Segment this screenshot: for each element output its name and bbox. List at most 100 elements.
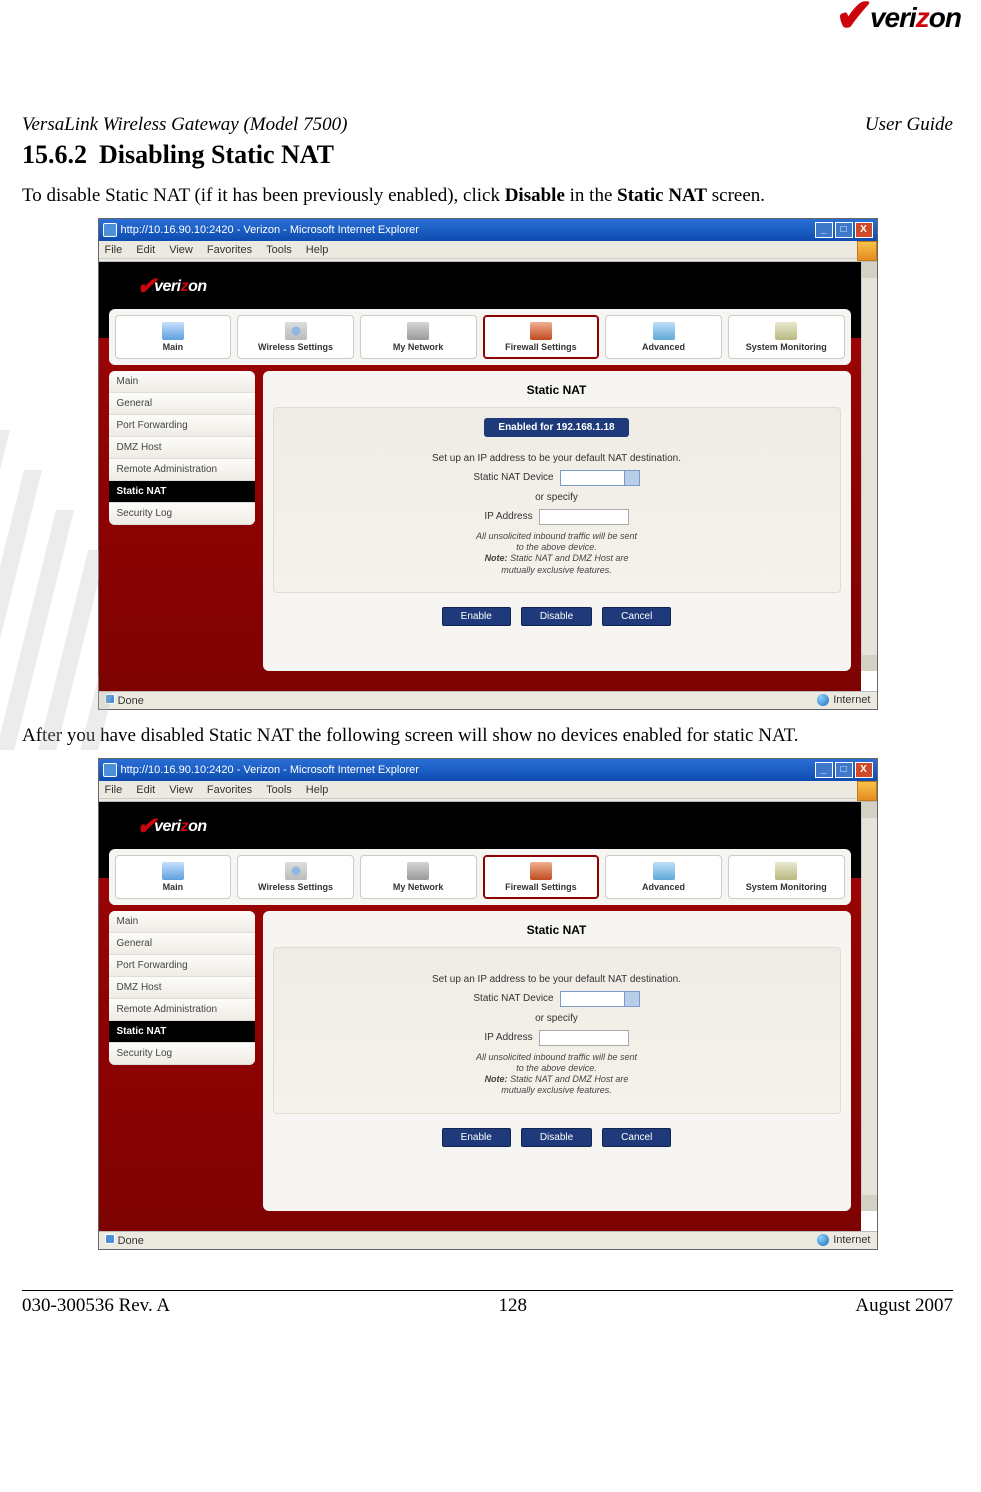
nav-wireless[interactable]: Wireless Settings [237,315,354,359]
ie-icon [103,223,117,237]
menu-favorites[interactable]: Favorites [207,244,252,256]
scrollbar-vertical[interactable] [861,802,877,1211]
side-static-nat[interactable]: Static NAT [109,1021,255,1043]
side-remote-admin[interactable]: Remote Administration [109,459,255,481]
menu-edit[interactable]: Edit [136,784,155,796]
maximize-button[interactable]: □ [835,222,853,238]
minimize-button[interactable]: _ [815,222,833,238]
device-select[interactable] [560,470,640,486]
nav-network[interactable]: My Network [360,315,477,359]
monitoring-icon [775,322,797,340]
browser-menubar[interactable]: File Edit View Favorites Tools Help [99,782,857,799]
enabled-status-badge: Enabled for 192.168.1.18 [484,418,628,437]
menu-edit[interactable]: Edit [136,244,155,256]
instruction-text: Set up an IP address to be your default … [290,974,824,985]
nav-wireless[interactable]: Wireless Settings [237,855,354,899]
side-general[interactable]: General [109,933,255,955]
menu-favorites[interactable]: Favorites [207,784,252,796]
ip-address-input[interactable] [539,509,629,525]
monitoring-icon [775,862,797,880]
window-titlebar[interactable]: http://10.16.90.10:2420 - Verizon - Micr… [99,219,877,241]
nav-main[interactable]: Main [115,315,232,359]
browser-statusbar: Done Internet [99,1231,877,1249]
zone-text: Internet [833,1234,870,1246]
content-panel: Static NAT Enabled for 192.168.1.18 Set … [263,371,851,671]
footer-page-number: 128 [498,1295,527,1317]
page-icon [105,694,115,704]
side-port-forwarding[interactable]: Port Forwarding [109,955,255,977]
menu-file[interactable]: File [105,784,123,796]
globe-icon [817,694,829,706]
close-button[interactable]: X [855,222,873,238]
cancel-button[interactable]: Cancel [602,607,671,626]
side-general[interactable]: General [109,393,255,415]
running-header-left: VersaLink Wireless Gateway (Model 7500) [22,114,347,136]
checkmark-icon: ✔ [835,2,874,30]
ie-icon [103,763,117,777]
nav-network[interactable]: My Network [360,855,477,899]
enable-button[interactable]: Enable [442,1128,511,1147]
side-remote-admin[interactable]: Remote Administration [109,999,255,1021]
close-button[interactable]: X [855,762,873,778]
nav-main[interactable]: Main [115,855,232,899]
minimize-button[interactable]: _ [815,762,833,778]
nav-monitoring[interactable]: System Monitoring [728,315,845,359]
screenshot-enabled: http://10.16.90.10:2420 - Verizon - Micr… [98,218,878,710]
side-static-nat[interactable]: Static NAT [109,481,255,503]
verizon-logo-header: ✔ verizon [835,2,961,34]
device-label: Static NAT Device [473,472,553,483]
side-security-log[interactable]: Security Log [109,1043,255,1065]
nav-advanced[interactable]: Advanced [605,855,722,899]
panel-title: Static NAT [273,381,841,407]
logo-text-c: on [929,2,961,33]
page-icon [105,1234,115,1244]
side-menu: Main General Port Forwarding DMZ Host Re… [109,911,255,1065]
menu-help[interactable]: Help [306,784,329,796]
firewall-icon [530,322,552,340]
disable-button[interactable]: Disable [521,607,592,626]
menu-view[interactable]: View [169,244,193,256]
status-text: Done [118,695,144,707]
menu-file[interactable]: File [105,244,123,256]
menu-tools[interactable]: Tools [266,244,292,256]
globe-icon [817,1234,829,1246]
app-logo: ✔verizon [109,808,851,845]
browser-menubar[interactable]: File Edit View Favorites Tools Help [99,242,857,259]
advanced-icon [653,862,675,880]
maximize-button[interactable]: □ [835,762,853,778]
side-dmz-host[interactable]: DMZ Host [109,977,255,999]
side-port-forwarding[interactable]: Port Forwarding [109,415,255,437]
disable-button[interactable]: Disable [521,1128,592,1147]
network-icon [407,862,429,880]
or-specify-label: or specify [290,1013,824,1024]
screenshot-disabled: http://10.16.90.10:2420 - Verizon - Micr… [98,758,878,1250]
scrollbar-vertical[interactable] [861,262,877,671]
menu-view[interactable]: View [169,784,193,796]
content-panel: Static NAT Set up an IP address to be yo… [263,911,851,1211]
side-security-log[interactable]: Security Log [109,503,255,525]
network-icon [407,322,429,340]
throbber-icon [857,241,877,261]
menu-tools[interactable]: Tools [266,784,292,796]
app-navbar: Main Wireless Settings My Network Firewa… [109,309,851,365]
device-select[interactable] [560,991,640,1007]
status-text: Done [118,1235,144,1247]
or-specify-label: or specify [290,492,824,503]
nav-monitoring[interactable]: System Monitoring [728,855,845,899]
cancel-button[interactable]: Cancel [602,1128,671,1147]
running-header-right: User Guide [865,114,953,136]
throbber-icon [857,781,877,801]
nav-advanced[interactable]: Advanced [605,315,722,359]
paragraph-1: To disable Static NAT (if it has been pr… [22,184,953,208]
ip-address-input[interactable] [539,1030,629,1046]
side-main[interactable]: Main [109,911,255,933]
paragraph-2: After you have disabled Static NAT the f… [22,724,953,748]
enable-button[interactable]: Enable [442,607,511,626]
nav-firewall[interactable]: Firewall Settings [483,315,600,359]
nav-firewall[interactable]: Firewall Settings [483,855,600,899]
menu-help[interactable]: Help [306,244,329,256]
window-titlebar[interactable]: http://10.16.90.10:2420 - Verizon - Micr… [99,759,877,781]
section-heading: 15.6.2Disabling Static NAT [22,140,953,170]
side-main[interactable]: Main [109,371,255,393]
side-dmz-host[interactable]: DMZ Host [109,437,255,459]
